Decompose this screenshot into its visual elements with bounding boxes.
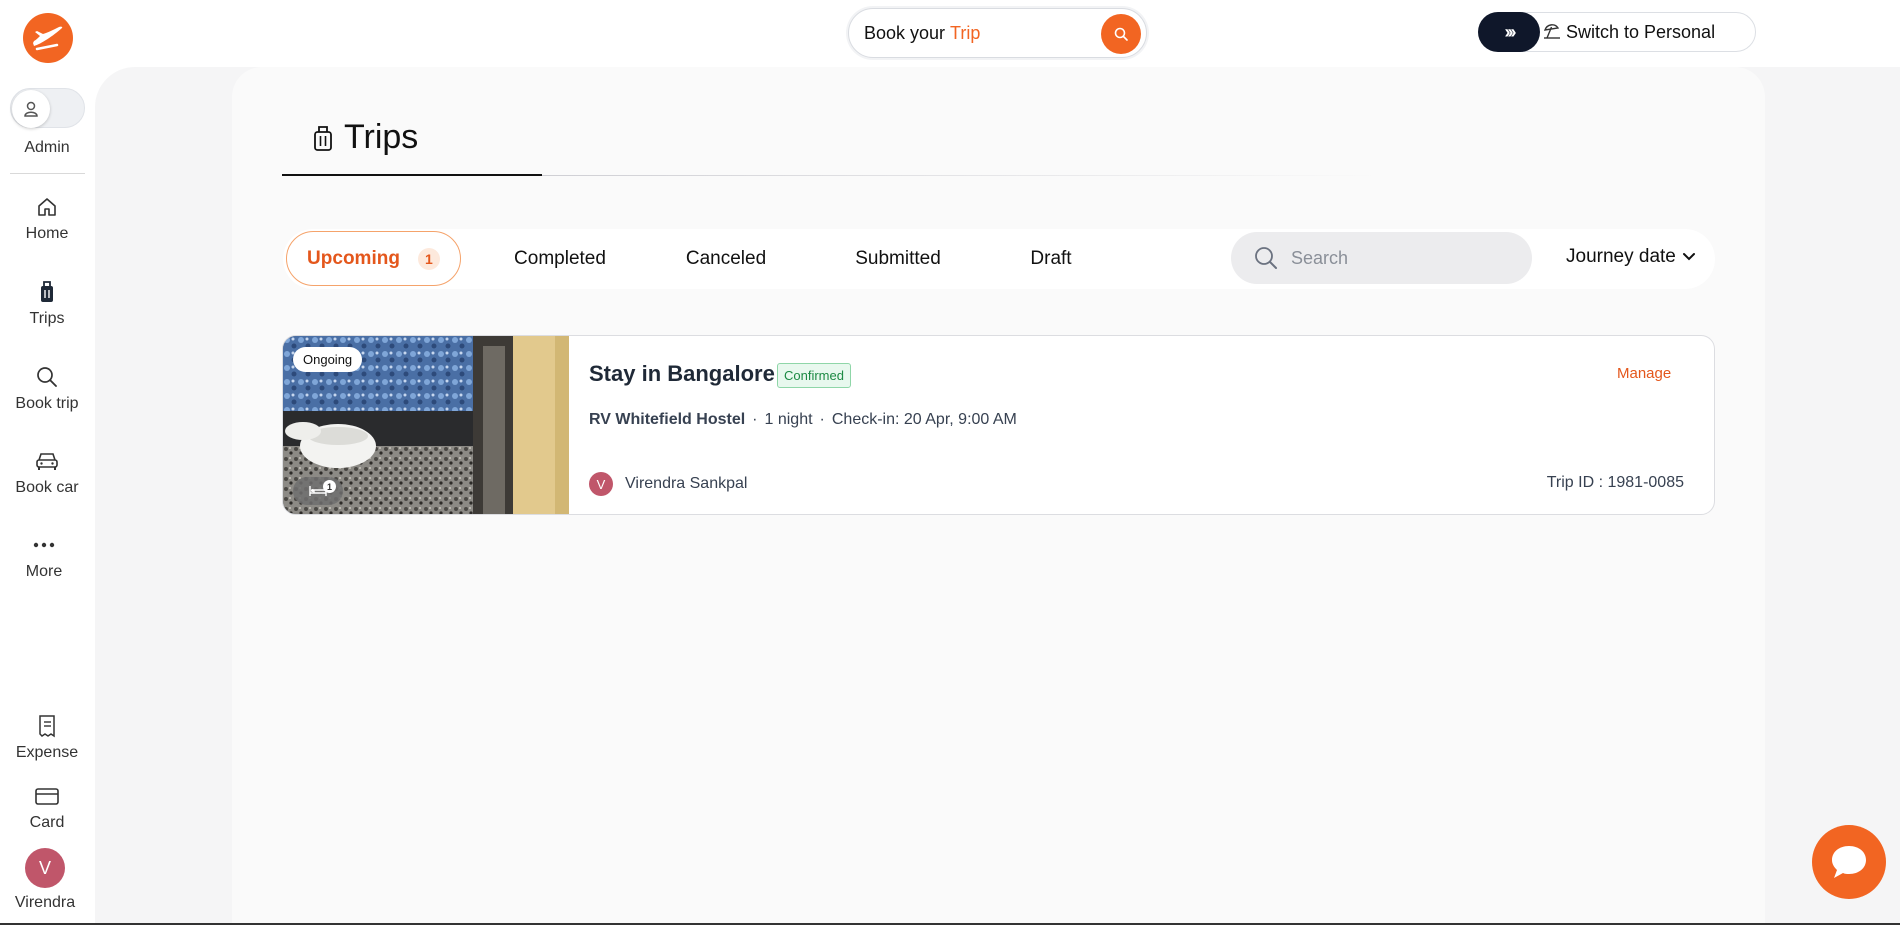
receipt-icon — [0, 713, 94, 739]
book-trip-search-button[interactable] — [1101, 14, 1141, 54]
rooms-count: 1 — [323, 480, 336, 493]
book-trip-search[interactable]: Book your Trip — [848, 8, 1147, 58]
user-name: Virendra — [14, 894, 76, 911]
sidebar-item-label: Home — [25, 225, 69, 242]
hotel-photo: Ongoing 1 — [283, 336, 569, 514]
trip-title[interactable]: Stay in Bangalore — [589, 361, 775, 387]
sidebar-item-more[interactable]: More — [0, 532, 91, 581]
sidebar-item-label: Trips — [29, 310, 65, 327]
trip-id: Trip ID : 1981-0085 — [1546, 474, 1684, 491]
avatar[interactable]: V — [25, 848, 65, 888]
title-divider — [542, 175, 1382, 176]
tab-label: Upcoming — [307, 247, 400, 269]
hotel-name: RV Whitefield Hostel — [589, 411, 746, 428]
luggage-icon — [314, 125, 332, 151]
search-icon — [1255, 247, 1277, 269]
page-title-text: Trips — [344, 118, 419, 156]
luggage-icon — [0, 279, 94, 305]
traveler-name: Virendra Sankpal — [625, 475, 748, 492]
sidebar-item-book-trip[interactable]: Book trip — [0, 364, 94, 413]
trip-status-pill: Ongoing — [293, 347, 363, 372]
status-badge: Confirmed — [777, 363, 851, 388]
user-icon — [12, 90, 50, 128]
tab-label: Submitted — [855, 247, 941, 269]
book-trip-highlight: Trip — [950, 22, 981, 43]
tab-submitted[interactable]: Submitted — [830, 231, 966, 286]
trip-search-box — [1231, 232, 1532, 284]
meta-separator: · — [752, 411, 758, 428]
search-icon — [0, 364, 94, 390]
tab-label: Completed — [514, 247, 606, 269]
sidebar-item-card[interactable]: Card — [0, 783, 94, 832]
plane-icon — [33, 26, 63, 51]
sidebar-item-expense[interactable]: Expense — [0, 713, 94, 762]
more-icon — [0, 532, 91, 558]
beach-icon — [1542, 21, 1562, 46]
trip-card[interactable]: Ongoing 1 Stay in Bangalore Confirmed RV… — [282, 335, 1715, 515]
role-label: Admin — [24, 139, 70, 156]
tab-completed[interactable]: Completed — [483, 231, 637, 286]
title-underline — [282, 174, 542, 176]
tab-upcoming[interactable]: Upcoming 1 — [286, 231, 461, 286]
switch-label: Switch to Personal — [1566, 22, 1716, 42]
stay-duration: 1 night — [764, 411, 813, 428]
chevrons-right-icon: ››› — [1478, 12, 1540, 52]
traveler-avatar: V — [589, 472, 613, 496]
chat-button[interactable] — [1812, 825, 1886, 899]
trip-search-input[interactable] — [1291, 247, 1511, 269]
tab-label: Canceled — [685, 247, 767, 269]
sort-label: Journey date — [1566, 246, 1676, 267]
tab-label: Draft — [1030, 247, 1072, 269]
chevron-down-icon — [1682, 253, 1695, 261]
brand-logo[interactable] — [23, 13, 73, 63]
home-icon — [0, 194, 94, 220]
sidebar-item-book-car[interactable]: Book car — [0, 448, 94, 497]
meta-separator: · — [819, 411, 825, 428]
sidebar-item-label: Book car — [15, 479, 79, 496]
search-icon — [1114, 27, 1128, 41]
trip-meta: RV Whitefield Hostel · 1 night · Check-i… — [589, 411, 1017, 429]
sidebar-item-label: More — [25, 563, 63, 580]
tab-draft[interactable]: Draft — [1001, 231, 1101, 286]
switch-to-personal-button[interactable]: ››› Switch to Personal — [1478, 12, 1756, 52]
card-icon — [0, 783, 94, 809]
book-trip-prefix: Book your — [864, 22, 946, 43]
tab-canceled[interactable]: Canceled — [660, 231, 792, 286]
traveler: V Virendra Sankpal — [589, 472, 747, 496]
sidebar-item-home[interactable]: Home — [0, 194, 94, 243]
sidebar: Admin Home Trips Book trip Book car More — [0, 0, 94, 925]
chat-bubble-icon — [1832, 846, 1866, 878]
checkin-time: Check-in: 20 Apr, 9:00 AM — [831, 411, 1017, 428]
sidebar-divider — [10, 173, 85, 174]
manage-button[interactable]: Manage — [1617, 365, 1671, 382]
role-toggle[interactable] — [10, 88, 85, 128]
car-icon — [0, 448, 94, 474]
sidebar-item-label: Card — [29, 814, 65, 831]
tab-count-badge: 1 — [417, 247, 440, 270]
sidebar-item-label: Expense — [15, 744, 79, 761]
sidebar-item-label: Book trip — [15, 395, 79, 412]
sidebar-item-trips[interactable]: Trips — [0, 279, 94, 328]
sort-dropdown[interactable]: Journey date — [1566, 246, 1696, 268]
rooms-chip: 1 — [293, 477, 343, 505]
page-title: Trips — [312, 118, 418, 157]
